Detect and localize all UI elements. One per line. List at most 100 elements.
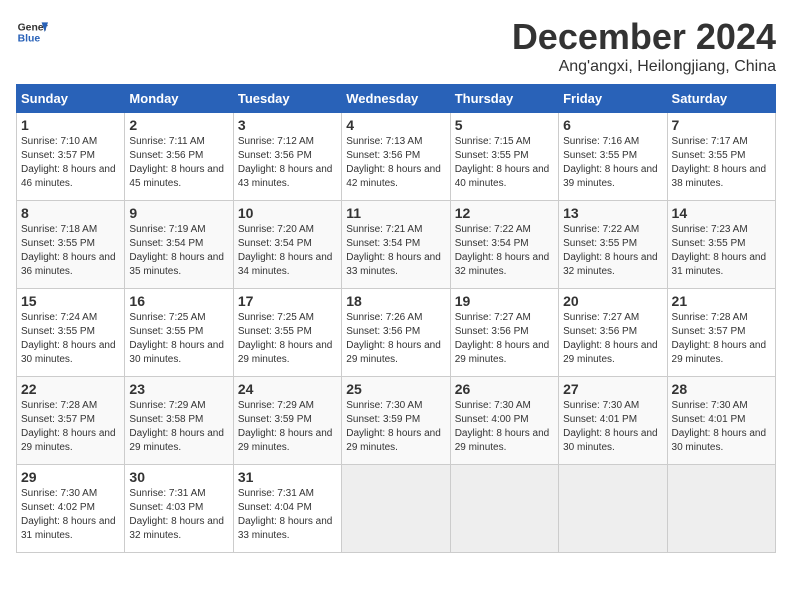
day-info: Sunrise: 7:28 AM Sunset: 3:57 PM Dayligh… [21, 399, 120, 455]
day-info: Sunrise: 7:25 AM Sunset: 3:55 PM Dayligh… [238, 311, 337, 367]
day-number: 2 [129, 117, 228, 133]
day-info: Sunrise: 7:10 AM Sunset: 3:57 PM Dayligh… [21, 135, 120, 191]
calendar-day-cell: 30 Sunrise: 7:31 AM Sunset: 4:03 PM Dayli… [125, 465, 233, 553]
calendar-day-cell: 20 Sunrise: 7:27 AM Sunset: 3:56 PM Dayli… [559, 289, 667, 377]
calendar-day-cell: 27Sunrise: 7:30 AM Sunset: 4:01 PM Dayli… [559, 377, 667, 465]
day-info: Sunrise: 7:30 AM Sunset: 4:01 PM Dayligh… [563, 399, 662, 455]
day-number: 24 [238, 381, 337, 397]
day-number: 28 [672, 381, 771, 397]
calendar-day-cell: 10 Sunrise: 7:20 AM Sunset: 3:54 PM Dayli… [233, 201, 341, 289]
day-info: Sunrise: 7:11 AM Sunset: 3:56 PM Dayligh… [129, 135, 228, 191]
day-number: 3 [238, 117, 337, 133]
day-info: Sunrise: 7:30 AM Sunset: 4:02 PM Dayligh… [21, 487, 120, 543]
calendar-week-row: 8 Sunrise: 7:18 AM Sunset: 3:55 PM Daylig… [17, 201, 776, 289]
day-number: 6 [563, 117, 662, 133]
header: General Blue December 2024 Ang'angxi, He… [16, 16, 776, 76]
calendar-day-cell: 11Sunrise: 7:21 AM Sunset: 3:54 PM Dayli… [342, 201, 450, 289]
day-number: 10 [238, 205, 337, 221]
calendar-day-cell: 12 Sunrise: 7:22 AM Sunset: 3:54 PM Dayli… [450, 201, 558, 289]
location-title: Ang'angxi, Heilongjiang, China [512, 58, 776, 76]
title-area: December 2024 Ang'angxi, Heilongjiang, C… [512, 16, 776, 76]
day-info: Sunrise: 7:27 AM Sunset: 3:56 PM Dayligh… [563, 311, 662, 367]
calendar-week-row: 1 Sunrise: 7:10 AM Sunset: 3:57 PM Daylig… [17, 113, 776, 201]
calendar-day-cell: 26 Sunrise: 7:30 AM Sunset: 4:00 PM Dayli… [450, 377, 558, 465]
calendar-day-cell: 29 Sunrise: 7:30 AM Sunset: 4:02 PM Dayli… [17, 465, 125, 553]
day-number: 17 [238, 293, 337, 309]
calendar-day-cell: 31 Sunrise: 7:31 AM Sunset: 4:04 PM Dayli… [233, 465, 341, 553]
day-info: Sunrise: 7:31 AM Sunset: 4:03 PM Dayligh… [129, 487, 228, 543]
calendar-day-cell: 8 Sunrise: 7:18 AM Sunset: 3:55 PM Daylig… [17, 201, 125, 289]
day-info: Sunrise: 7:16 AM Sunset: 3:55 PM Dayligh… [563, 135, 662, 191]
day-info: Sunrise: 7:13 AM Sunset: 3:56 PM Dayligh… [346, 135, 445, 191]
day-number: 11 [346, 205, 445, 221]
day-number: 4 [346, 117, 445, 133]
day-number: 19 [455, 293, 554, 309]
weekday-header-cell: Friday [559, 85, 667, 113]
weekday-header-cell: Saturday [667, 85, 775, 113]
calendar-week-row: 15 Sunrise: 7:24 AM Sunset: 3:55 PM Dayli… [17, 289, 776, 377]
day-number: 14 [672, 205, 771, 221]
svg-text:Blue: Blue [18, 34, 41, 45]
calendar-day-cell: 13 Sunrise: 7:22 AM Sunset: 3:55 PM Dayli… [559, 201, 667, 289]
calendar-day-cell: 23 Sunrise: 7:29 AM Sunset: 3:58 PM Dayli… [125, 377, 233, 465]
weekday-header-cell: Wednesday [342, 85, 450, 113]
day-info: Sunrise: 7:29 AM Sunset: 3:58 PM Dayligh… [129, 399, 228, 455]
day-number: 26 [455, 381, 554, 397]
day-number: 12 [455, 205, 554, 221]
day-number: 9 [129, 205, 228, 221]
day-info: Sunrise: 7:22 AM Sunset: 3:54 PM Dayligh… [455, 223, 554, 279]
day-number: 29 [21, 469, 120, 485]
day-info: Sunrise: 7:12 AM Sunset: 3:56 PM Dayligh… [238, 135, 337, 191]
day-info: Sunrise: 7:20 AM Sunset: 3:54 PM Dayligh… [238, 223, 337, 279]
day-number: 31 [238, 469, 337, 485]
day-number: 20 [563, 293, 662, 309]
weekday-header: SundayMondayTuesdayWednesdayThursdayFrid… [17, 85, 776, 113]
calendar-day-cell: 24Sunrise: 7:29 AM Sunset: 3:59 PM Dayli… [233, 377, 341, 465]
calendar-day-cell: 3 Sunrise: 7:12 AM Sunset: 3:56 PM Daylig… [233, 113, 341, 201]
day-number: 15 [21, 293, 120, 309]
calendar-day-cell [450, 465, 558, 553]
day-info: Sunrise: 7:30 AM Sunset: 3:59 PM Dayligh… [346, 399, 445, 455]
calendar-week-row: 22 Sunrise: 7:28 AM Sunset: 3:57 PM Dayli… [17, 377, 776, 465]
day-number: 22 [21, 381, 120, 397]
day-number: 23 [129, 381, 228, 397]
calendar-day-cell: 6 Sunrise: 7:16 AM Sunset: 3:55 PM Daylig… [559, 113, 667, 201]
calendar-day-cell: 4 Sunrise: 7:13 AM Sunset: 3:56 PM Daylig… [342, 113, 450, 201]
day-info: Sunrise: 7:22 AM Sunset: 3:55 PM Dayligh… [563, 223, 662, 279]
day-number: 21 [672, 293, 771, 309]
calendar-day-cell: 7 Sunrise: 7:17 AM Sunset: 3:55 PM Daylig… [667, 113, 775, 201]
day-number: 16 [129, 293, 228, 309]
day-info: Sunrise: 7:19 AM Sunset: 3:54 PM Dayligh… [129, 223, 228, 279]
calendar-day-cell [667, 465, 775, 553]
calendar-day-cell: 2 Sunrise: 7:11 AM Sunset: 3:56 PM Daylig… [125, 113, 233, 201]
day-info: Sunrise: 7:27 AM Sunset: 3:56 PM Dayligh… [455, 311, 554, 367]
calendar-day-cell: 22 Sunrise: 7:28 AM Sunset: 3:57 PM Dayli… [17, 377, 125, 465]
day-info: Sunrise: 7:30 AM Sunset: 4:01 PM Dayligh… [672, 399, 771, 455]
day-number: 1 [21, 117, 120, 133]
calendar-day-cell: 1 Sunrise: 7:10 AM Sunset: 3:57 PM Daylig… [17, 113, 125, 201]
day-info: Sunrise: 7:24 AM Sunset: 3:55 PM Dayligh… [21, 311, 120, 367]
weekday-header-cell: Monday [125, 85, 233, 113]
calendar-day-cell: 25 Sunrise: 7:30 AM Sunset: 3:59 PM Dayli… [342, 377, 450, 465]
day-number: 8 [21, 205, 120, 221]
day-number: 30 [129, 469, 228, 485]
calendar-day-cell: 14Sunrise: 7:23 AM Sunset: 3:55 PM Dayli… [667, 201, 775, 289]
calendar-day-cell: 9 Sunrise: 7:19 AM Sunset: 3:54 PM Daylig… [125, 201, 233, 289]
day-info: Sunrise: 7:30 AM Sunset: 4:00 PM Dayligh… [455, 399, 554, 455]
day-number: 13 [563, 205, 662, 221]
day-info: Sunrise: 7:18 AM Sunset: 3:55 PM Dayligh… [21, 223, 120, 279]
weekday-header-cell: Sunday [17, 85, 125, 113]
calendar-week-row: 29 Sunrise: 7:30 AM Sunset: 4:02 PM Dayli… [17, 465, 776, 553]
day-number: 5 [455, 117, 554, 133]
weekday-header-cell: Tuesday [233, 85, 341, 113]
day-number: 25 [346, 381, 445, 397]
day-info: Sunrise: 7:31 AM Sunset: 4:04 PM Dayligh… [238, 487, 337, 543]
calendar-table: SundayMondayTuesdayWednesdayThursdayFrid… [16, 84, 776, 553]
calendar-day-cell: 5Sunrise: 7:15 AM Sunset: 3:55 PM Daylig… [450, 113, 558, 201]
calendar-day-cell: 19 Sunrise: 7:27 AM Sunset: 3:56 PM Dayli… [450, 289, 558, 377]
day-number: 7 [672, 117, 771, 133]
logo: General Blue [16, 16, 48, 48]
day-info: Sunrise: 7:17 AM Sunset: 3:55 PM Dayligh… [672, 135, 771, 191]
calendar-day-cell: 15 Sunrise: 7:24 AM Sunset: 3:55 PM Dayli… [17, 289, 125, 377]
weekday-header-cell: Thursday [450, 85, 558, 113]
